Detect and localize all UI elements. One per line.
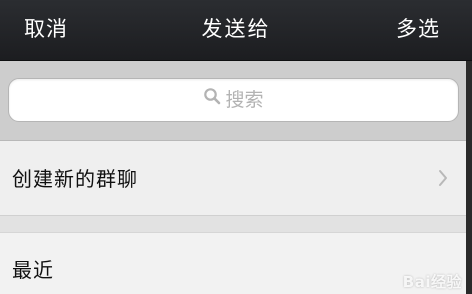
baidu-watermark: Bai经验 xyxy=(402,273,462,291)
recent-section-label: 最近 xyxy=(12,258,54,282)
chevron-right-icon xyxy=(438,169,448,191)
navigation-bar: 发送给 取消 多选 xyxy=(0,0,472,61)
create-group-chat-label: 创建新的群聊 xyxy=(12,167,138,191)
search-bar-container: 搜索 xyxy=(0,61,466,141)
create-group-chat-item[interactable]: 创建新的群聊 xyxy=(0,141,466,216)
multi-select-button[interactable]: 多选 xyxy=(396,0,440,60)
search-input[interactable]: 搜索 xyxy=(8,78,459,122)
recent-section-header: 最近 xyxy=(0,232,466,294)
section-divider xyxy=(0,216,466,232)
search-icon xyxy=(203,78,221,120)
cancel-button[interactable]: 取消 xyxy=(24,0,68,60)
screen: 发送给 取消 多选 搜索 创建新的群聊 最近 Bai经验 xyxy=(0,0,472,294)
search-placeholder: 搜索 xyxy=(225,89,264,111)
right-edge-shadow xyxy=(466,61,472,294)
search-placeholder-group: 搜索 xyxy=(9,79,458,121)
